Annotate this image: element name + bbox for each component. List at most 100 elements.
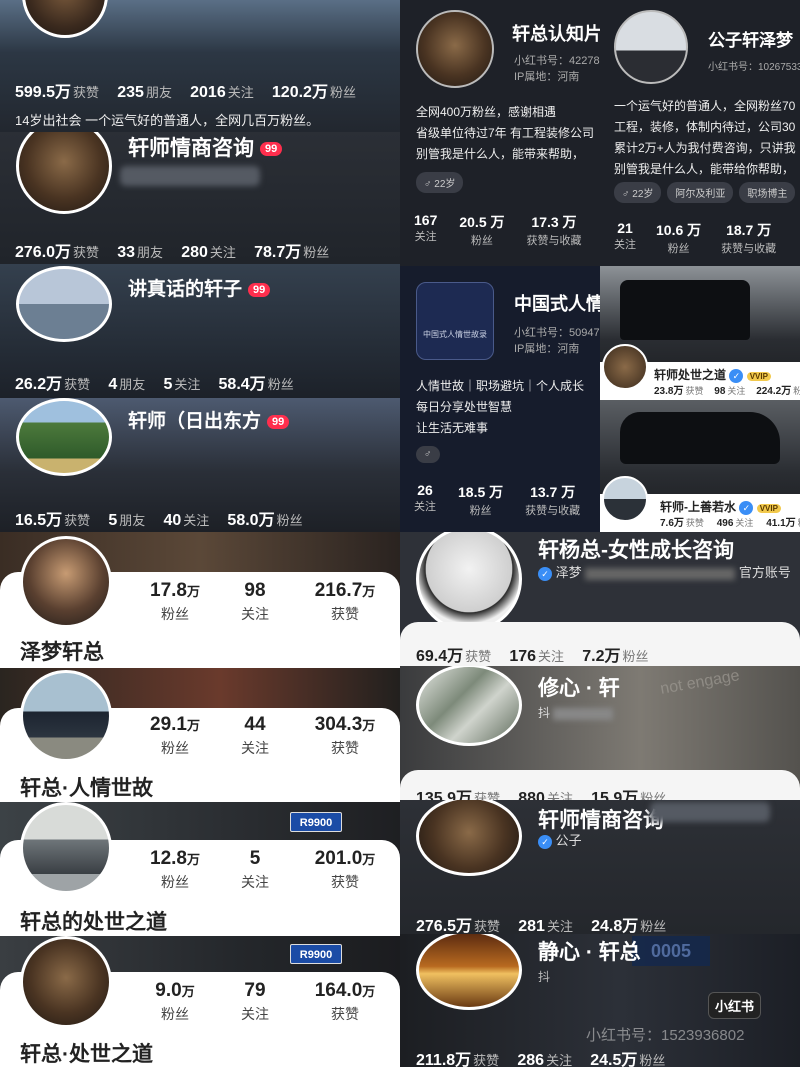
stats-row: 26 关注 18.5 万粉丝 13.7 万获赞与收藏 bbox=[414, 482, 581, 517]
avatar[interactable] bbox=[602, 344, 648, 390]
license-plate: R9900 bbox=[290, 944, 342, 964]
account-id: 小红书号：10267533 bbox=[708, 62, 800, 73]
profile-tile-2: 轩师情商咨询 99 276.0万 获赞 33 朋友 280 关注 78.7万 粉丝 bbox=[0, 132, 400, 264]
level-badge: 99 bbox=[248, 282, 271, 297]
avatar[interactable] bbox=[416, 934, 522, 1010]
stats-row: 7.6万获赞 496关注 41.1万粉丝 bbox=[660, 518, 800, 529]
avatar[interactable] bbox=[16, 132, 112, 214]
profile-tile-r7: 轩师情商咨询 ✓ 公子 276.5万 获赞 281 关注 24.8万 粉丝 bbox=[400, 800, 800, 934]
profile-tile-8: R9900 9.0万 粉丝 79 关注 164.0万 获赞 轩总·处世之道 bbox=[0, 936, 400, 1067]
ip-location: IP属地：河南 bbox=[514, 343, 580, 355]
xhs-profile-3: 中国式人情世故录 中国式人情 小红书号：5094768 IP属地：河南 人情世故… bbox=[400, 266, 600, 532]
verified-icon: ✓ bbox=[538, 566, 552, 581]
license-plate: 0005 bbox=[632, 936, 710, 966]
profile-tile-r5: 轩杨总-女性成长咨询 ✓ 泽梦 官方账号 69.4万 获赞 176 关注 7.2万粉… bbox=[400, 532, 800, 666]
profile-name: 轩师（日出东方 99 bbox=[128, 406, 290, 433]
profile-name: 轩总认知片 bbox=[512, 24, 600, 44]
stats-row: 276.5万 获赞 281 关注 24.8万 粉丝 bbox=[416, 918, 667, 934]
tag-chip: 阿尔及利亚 bbox=[667, 182, 734, 203]
car-image bbox=[620, 412, 780, 464]
profile-name: 轩师处世之道 ✓ VVIP bbox=[654, 366, 771, 383]
avatar[interactable] bbox=[16, 266, 112, 342]
profile-name: 泽梦轩总 bbox=[20, 641, 104, 664]
bio: 人情世故｜职场避坑｜个人成长 每日分享处世智慧 让生活无难事 bbox=[416, 379, 585, 435]
xhs-profile-2: 公子轩泽梦 小红书号：10267533 一个运气好的普通人，全网粉丝70 工程，装… bbox=[600, 0, 800, 266]
avatar[interactable] bbox=[20, 670, 112, 762]
profile-tile-car-2: 轩师-上善若水 ✓ VVIP 7.6万获赞 496关注 41.1万粉丝 bbox=[600, 400, 800, 532]
subtitle: 抖 bbox=[538, 704, 614, 721]
profile-name: 轩师情商咨询 99 bbox=[128, 132, 283, 162]
profile-name: 轩师-上善若水 ✓ VVIP bbox=[660, 498, 781, 515]
likes-stat: 216.7万 获赞 bbox=[314, 580, 376, 622]
following-stat: 44 关注 bbox=[241, 714, 269, 756]
stats-row: 211.8万 获赞 286 关注 24.5万 粉丝 bbox=[416, 1052, 666, 1067]
stats-row: 21 关注 10.6 万粉丝 18.7 万获赞与收藏 bbox=[614, 220, 777, 255]
stats-row: 69.4万 获赞 176 关注 7.2万 粉丝 bbox=[416, 648, 649, 665]
profile-name: 轩总·处世之道 bbox=[20, 1043, 153, 1066]
profile-tile-6: 29.1万 粉丝 44 关注 304.3万 获赞 轩总·人情世故 bbox=[0, 668, 400, 802]
profile-name: 修心 · 轩 bbox=[538, 677, 620, 700]
avatar[interactable] bbox=[416, 532, 522, 632]
tags: ♂ 22岁 阿尔及利亚 职场博主 bbox=[614, 182, 800, 203]
ip-location: IP属地：河南 bbox=[514, 71, 580, 83]
following-stat: 79 关注 bbox=[241, 980, 269, 1022]
blurred-text bbox=[553, 707, 614, 720]
avatar[interactable] bbox=[416, 10, 494, 88]
profile-name: 讲真话的轩子 99 bbox=[128, 274, 271, 301]
avatar[interactable] bbox=[20, 802, 112, 894]
profile-tile-r6: not engage 修心 · 轩 抖 135.9万 获赞 880 关注 15.9万… bbox=[400, 666, 800, 800]
avatar[interactable] bbox=[22, 0, 108, 38]
tags: ♂ bbox=[416, 444, 446, 463]
tag-chip: ♂ 22岁 bbox=[416, 172, 464, 193]
account-id: 小红书号：4227815 bbox=[514, 55, 600, 67]
avatar[interactable] bbox=[416, 666, 522, 746]
tag-chip: ♂ 22岁 bbox=[614, 182, 662, 203]
xhs-watermark: 小红书 bbox=[708, 992, 762, 1019]
avatar[interactable] bbox=[614, 10, 688, 84]
level-badge: 99 bbox=[260, 142, 283, 157]
profile-name: 轩杨总-女性成长咨询 bbox=[538, 539, 734, 562]
blurred-text bbox=[120, 166, 260, 186]
likes-stat: 164.0万 获赞 bbox=[314, 980, 376, 1022]
profile-tile-4: 轩师（日出东方 99 16.5万 获赞 5 朋友 40 关注 58.0万 粉丝 bbox=[0, 398, 400, 532]
stats-row: 16.5万 获赞 5 朋友 40 关注 58.0万 粉丝 bbox=[15, 512, 303, 529]
fans-stat: 9.0万 粉丝 bbox=[155, 980, 195, 1022]
stats-row: 276.0万 获赞 33 朋友 280 关注 78.7万 粉丝 bbox=[15, 244, 330, 261]
account-id: 小红书号：5094768 bbox=[514, 327, 600, 339]
stats-row: 26.2万 获赞 4 朋友 5 关注 58.4万 粉丝 bbox=[15, 376, 294, 393]
tag-chip: 职场博主 bbox=[739, 182, 796, 203]
profile-tile-r8: 0005 静心 · 轩总 抖 小红书 小红书号：1523936802 211.8… bbox=[400, 934, 800, 1067]
fans-stat: 29.1万 粉丝 bbox=[150, 714, 200, 756]
profile-tile-3: 讲真话的轩子 99 26.2万 获赞 4 朋友 5 关注 58.4万 粉丝 bbox=[0, 264, 400, 398]
license-plate: R9900 bbox=[290, 812, 342, 832]
logo-avatar[interactable]: 中国式人情世故录 bbox=[416, 282, 494, 360]
avatar[interactable] bbox=[602, 476, 648, 522]
car-image bbox=[620, 280, 750, 340]
profile-name: 轩总·人情世故 bbox=[20, 777, 153, 800]
stats-row: 23.8万获赞 98关注 224.2万粉丝 bbox=[654, 386, 800, 397]
verified-icon: ✓ bbox=[729, 368, 744, 383]
vip-badge: VVIP bbox=[756, 504, 781, 513]
profile-tile-1: 599.5万 获赞 235 朋友 2016 关注 120.2万 粉丝 14岁出社会 一个… bbox=[0, 0, 400, 132]
avatar[interactable] bbox=[416, 800, 522, 876]
level-badge: 99 bbox=[267, 414, 290, 429]
profile-name: 轩总的处世之道 bbox=[20, 911, 167, 934]
profile-tile-7: R9900 12.8万 粉丝 5 关注 201.0万 获赞 轩总的处世之道 bbox=[0, 802, 400, 936]
profile-name: 中国式人情 bbox=[514, 294, 600, 314]
likes-stat: 304.3万 获赞 bbox=[314, 714, 376, 756]
stats-row: 599.5万 获赞 235 朋友 2016 关注 120.2万 粉丝 bbox=[15, 84, 356, 101]
following-stat: 5 关注 bbox=[241, 848, 269, 890]
vip-badge: VVIP bbox=[746, 372, 771, 381]
xhs-watermark-id: 小红书号：1523936802 bbox=[586, 1027, 745, 1044]
stats-row: 135.9万 获赞 880 关注 15.9万 粉丝 bbox=[416, 790, 667, 800]
blurred-text bbox=[585, 567, 736, 580]
fans-stat: 17.8万 粉丝 bbox=[150, 580, 200, 622]
stats-row: 167 关注 20.5 万粉丝 17.3 万获赞与收藏 bbox=[414, 212, 582, 247]
fans-stat: 12.8万 粉丝 bbox=[150, 848, 200, 890]
avatar[interactable] bbox=[20, 936, 112, 1028]
subtitle: 抖 bbox=[538, 970, 551, 984]
tags: ♂ 22岁 bbox=[416, 172, 469, 193]
following-stat: 98 关注 bbox=[241, 580, 269, 622]
avatar[interactable] bbox=[20, 536, 112, 628]
avatar[interactable] bbox=[16, 398, 112, 476]
